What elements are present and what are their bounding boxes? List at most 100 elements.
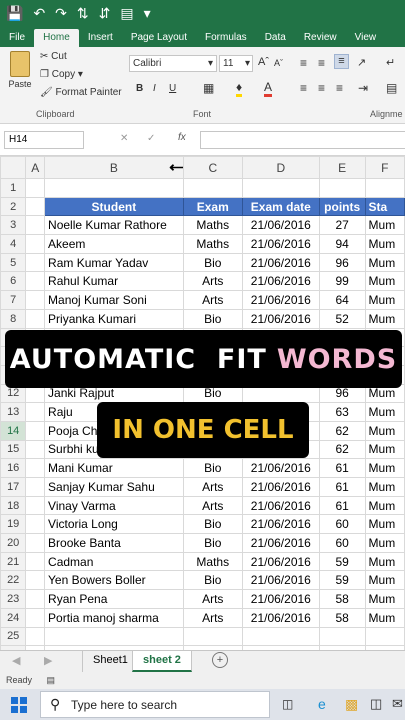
row-header[interactable]: 7 [0, 290, 27, 310]
more-icon[interactable]: ▾ [144, 5, 151, 22]
cell[interactable] [25, 271, 46, 292]
row-header[interactable]: 18 [0, 495, 27, 516]
cell-student[interactable]: Ram Kumar Yadav [44, 252, 184, 273]
row-header[interactable]: 23 [0, 589, 27, 609]
cell-points[interactable]: 58 [318, 589, 366, 609]
cell-points[interactable]: 27 [318, 215, 366, 236]
cell-status[interactable]: Mum [364, 215, 405, 236]
task-view-icon[interactable]: ◫ [282, 697, 293, 711]
align-center-icon[interactable]: ≡ [318, 81, 325, 95]
cell-student[interactable]: Victoria Long [44, 514, 184, 535]
cell-student[interactable]: Portia manoj sharma [44, 607, 184, 628]
format-painter-button[interactable]: 🖌 Format Painter [40, 87, 122, 98]
cell-exam[interactable]: Maths [182, 551, 243, 572]
cell[interactable] [44, 178, 184, 198]
cell-status[interactable]: Mum [364, 551, 405, 572]
font-size-select[interactable]: 11 ▾ [219, 55, 253, 72]
cell-points[interactable]: 94 [318, 234, 366, 254]
cell-exam[interactable]: Arts [182, 607, 243, 628]
tab-insert[interactable]: Insert [79, 29, 122, 47]
underline-icon[interactable]: U [169, 83, 176, 94]
cell-exam-date[interactable]: 21/06/2016 [241, 495, 320, 516]
cell[interactable] [25, 589, 46, 609]
cell-exam[interactable]: Bio [182, 308, 243, 329]
cell-points[interactable]: 96 [318, 252, 366, 273]
wrap-text-icon[interactable]: ↵ [386, 56, 395, 69]
cell-points[interactable]: 58 [318, 607, 366, 628]
form-icon[interactable]: ▤ [120, 5, 133, 22]
align-top-icon[interactable]: ≡ [300, 56, 307, 70]
cell[interactable] [25, 607, 46, 628]
column-header-f[interactable]: F [364, 156, 405, 179]
cell-status[interactable]: Mum [364, 570, 405, 591]
fill-color-icon[interactable]: ♦ [236, 80, 243, 97]
cell-status[interactable]: Mum [364, 290, 405, 310]
row-header[interactable]: 8 [0, 308, 27, 329]
cell-points[interactable]: 52 [318, 308, 366, 329]
cell-exam[interactable]: Bio [182, 533, 243, 553]
cell[interactable] [25, 551, 46, 572]
cell-status[interactable]: Mum [364, 477, 405, 497]
cell-status[interactable]: Mum [364, 252, 405, 273]
select-all-corner[interactable] [0, 156, 27, 179]
scroll-right-icon[interactable]: ▶ [44, 654, 52, 667]
paste-button[interactable]: Paste [6, 51, 34, 89]
cell-points[interactable]: 61 [318, 458, 366, 478]
cell[interactable] [25, 477, 46, 497]
cell-student[interactable]: Rahul Kumar [44, 271, 184, 292]
merge-icon[interactable]: ▤ [386, 81, 397, 95]
name-box[interactable]: H14 [4, 131, 84, 149]
italic-icon[interactable]: I [153, 83, 156, 94]
sheet-tab-sheet1[interactable]: Sheet1 [82, 651, 138, 672]
header-status[interactable]: Sta [364, 196, 405, 217]
row-header[interactable]: 6 [0, 271, 27, 292]
tab-formulas[interactable]: Formulas [196, 29, 256, 47]
tab-file[interactable]: File [0, 29, 34, 47]
orientation-icon[interactable]: ↗ [357, 56, 366, 69]
cell-exam-date[interactable]: 21/06/2016 [241, 551, 320, 572]
align-bottom-icon[interactable]: ≡ [334, 54, 349, 69]
cell-points[interactable] [318, 626, 366, 647]
cell-student[interactable]: Vinay Varma [44, 495, 184, 516]
cell-points[interactable]: 59 [318, 551, 366, 572]
row-header[interactable]: 2 [0, 196, 27, 217]
enter-icon[interactable]: ✓ [147, 133, 155, 144]
row-header[interactable]: 5 [0, 252, 27, 273]
cell-points[interactable]: 61 [318, 477, 366, 497]
borders-icon[interactable]: ▦ [203, 81, 214, 95]
cell-points[interactable]: 62 [318, 420, 366, 441]
cell-exam-date[interactable] [241, 626, 320, 647]
row-header[interactable]: 19 [0, 514, 27, 535]
cell-exam[interactable]: Arts [182, 271, 243, 292]
cell[interactable] [25, 514, 46, 535]
header-exam[interactable]: Exam [182, 196, 243, 217]
cell[interactable] [25, 495, 46, 516]
cell-exam-date[interactable]: 21/06/2016 [241, 477, 320, 497]
cell-student[interactable]: Sanjay Kumar Sahu [44, 477, 184, 497]
column-header-a[interactable]: A [25, 156, 46, 179]
cell-points[interactable]: 61 [318, 495, 366, 516]
cell-student[interactable]: Ryan Pena [44, 589, 184, 609]
cell-exam[interactable]: Arts [182, 495, 243, 516]
row-header[interactable]: 16 [0, 458, 27, 478]
row-header[interactable]: 20 [0, 533, 27, 553]
cell-points[interactable]: 99 [318, 271, 366, 292]
cell-status[interactable]: Mum [364, 402, 405, 422]
windows-start-icon[interactable] [11, 697, 27, 713]
copy-button[interactable]: ❐ Copy ▾ [40, 69, 83, 80]
taskbar-search-box[interactable]: ⚲ Type here to search [40, 691, 270, 718]
cell-exam-date[interactable]: 21/06/2016 [241, 215, 320, 236]
cell-exam-date[interactable]: 21/06/2016 [241, 252, 320, 273]
header-points[interactable]: points [318, 196, 366, 217]
cell-status[interactable]: Mum [364, 514, 405, 535]
insert-function-icon[interactable]: fx [178, 132, 186, 143]
cell-status[interactable]: Mum [364, 439, 405, 460]
row-header[interactable]: 1 [0, 178, 27, 198]
cell-exam[interactable] [182, 626, 243, 647]
bold-icon[interactable]: B [136, 83, 143, 94]
cell[interactable] [25, 626, 46, 647]
cell-exam-date[interactable]: 21/06/2016 [241, 570, 320, 591]
sort-asc-icon[interactable]: ⇅ [77, 5, 89, 22]
cell-exam-date[interactable]: 21/06/2016 [241, 308, 320, 329]
cell[interactable] [25, 439, 46, 460]
